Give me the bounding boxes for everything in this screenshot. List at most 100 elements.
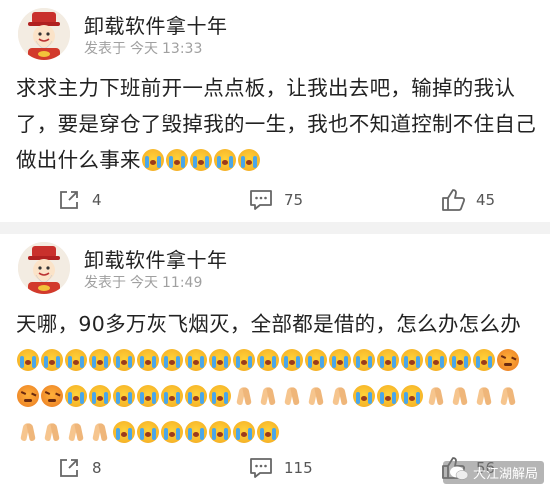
folded-hands-emoji-icon: [41, 421, 63, 443]
loudly-crying-emoji-icon: [89, 349, 111, 371]
loudly-crying-emoji-icon: [257, 421, 279, 443]
loudly-crying-emoji-icon: [161, 421, 183, 443]
folded-hands-emoji-icon: [449, 385, 471, 407]
watermark-text: 大江湖解局: [472, 467, 538, 482]
share-count: 4: [92, 191, 102, 209]
thumbs-up-icon: [442, 189, 466, 211]
loudly-crying-emoji-icon: [209, 421, 231, 443]
folded-hands-emoji-icon: [329, 385, 351, 407]
loudly-crying-emoji-icon: [473, 349, 495, 371]
post-content: 求求主力下班前开一点点板，让我出去吧，输掉的我认了，要是穿仓了毁掉我的一生，我也…: [16, 70, 540, 178]
user-avatar[interactable]: [18, 8, 70, 60]
action-bar: 4 75 45: [0, 180, 550, 220]
folded-hands-emoji-icon: [233, 385, 255, 407]
share-button[interactable]: 4: [56, 186, 102, 214]
folded-hands-emoji-icon: [17, 421, 39, 443]
comment-count: 75: [284, 191, 304, 209]
loudly-crying-emoji-icon: [233, 421, 255, 443]
post-card: 卸载软件拿十年 发表于 今天 13:33 求求主力下班前开一点点板，让我出去吧，输掉…: [0, 0, 550, 222]
post-content: 天哪，90多万灰飞烟灭，全部都是借的，怎么办怎么办: [16, 306, 540, 450]
loudly-crying-emoji-icon: [137, 349, 159, 371]
loudly-crying-emoji-icon: [257, 349, 279, 371]
post-time-clock: 13:33: [162, 41, 203, 57]
folded-hands-emoji-icon: [65, 421, 87, 443]
angry-emoji-icon: [17, 385, 39, 407]
comment-icon: [250, 458, 272, 478]
share-icon: [60, 459, 78, 477]
user-name[interactable]: 卸载软件拿十年: [84, 244, 228, 273]
wechat-icon: [449, 466, 469, 480]
loudly-crying-emoji-icon: [449, 349, 471, 371]
post-separator: [0, 222, 550, 234]
loudly-crying-emoji-icon: [137, 385, 159, 407]
loudly-crying-emoji-icon: [65, 349, 87, 371]
loudly-crying-emoji-icon: [305, 349, 327, 371]
post-time: 发表于 今天 11:49: [84, 272, 206, 292]
post-time-date: 今天: [130, 41, 158, 57]
fortune-god-avatar-icon: [18, 242, 70, 294]
user-name[interactable]: 卸载软件拿十年: [84, 10, 228, 39]
post-time: 发表于 今天 13:33: [84, 38, 206, 58]
loudly-crying-emoji-icon: [377, 385, 399, 407]
user-avatar[interactable]: [18, 242, 70, 294]
loudly-crying-emoji-icon: [185, 421, 207, 443]
loudly-crying-emoji-icon: [161, 385, 183, 407]
loudly-crying-emoji-icon: [401, 349, 423, 371]
loudly-crying-emoji-icon: [65, 385, 87, 407]
loudly-crying-emoji-icon: [113, 385, 135, 407]
comment-count: 115: [284, 459, 313, 477]
folded-hands-emoji-icon: [473, 385, 495, 407]
post-time-date: 今天: [130, 275, 158, 291]
comment-button[interactable]: 75: [248, 186, 303, 214]
post-time-prefix: 发表于: [84, 275, 126, 291]
loudly-crying-emoji-icon: [137, 421, 159, 443]
loudly-crying-emoji-icon: [165, 149, 188, 171]
folded-hands-emoji-icon: [281, 385, 303, 407]
share-icon: [60, 191, 78, 209]
loudly-crying-emoji-icon: [141, 149, 164, 171]
loudly-crying-emoji-icon: [353, 385, 375, 407]
post-text: 求求主力下班前开一点点板，让我出去吧，输掉的我认了，要是穿仓了毁掉我的一生，我也…: [16, 76, 536, 172]
loudly-crying-emoji-icon: [281, 349, 303, 371]
loudly-crying-emoji-icon: [377, 349, 399, 371]
post-time-prefix: 发表于: [84, 41, 126, 57]
watermark: 大江湖解局: [442, 461, 544, 484]
loudly-crying-emoji-icon: [113, 421, 135, 443]
loudly-crying-emoji-icon: [185, 349, 207, 371]
folded-hands-emoji-icon: [257, 385, 279, 407]
share-count: 8: [92, 459, 102, 477]
comment-button[interactable]: 115: [248, 454, 313, 482]
loudly-crying-emoji-icon: [209, 385, 231, 407]
loudly-crying-emoji-icon: [425, 349, 447, 371]
loudly-crying-emoji-icon: [189, 149, 212, 171]
loudly-crying-emoji-icon: [89, 385, 111, 407]
folded-hands-emoji-icon: [305, 385, 327, 407]
loudly-crying-emoji-icon: [233, 349, 255, 371]
angry-emoji-icon: [497, 349, 519, 371]
folded-hands-emoji-icon: [425, 385, 447, 407]
loudly-crying-emoji-icon: [213, 149, 236, 171]
emoji-row: [16, 348, 520, 444]
loudly-crying-emoji-icon: [209, 349, 231, 371]
fortune-god-avatar-icon: [18, 8, 70, 60]
share-button[interactable]: 8: [56, 454, 102, 482]
loudly-crying-emoji-icon: [113, 349, 135, 371]
angry-emoji-icon: [41, 385, 63, 407]
like-button[interactable]: 45: [440, 186, 495, 214]
folded-hands-emoji-icon: [89, 421, 111, 443]
loudly-crying-emoji-icon: [237, 149, 260, 171]
emoji-row: [141, 148, 261, 172]
like-count: 45: [476, 191, 496, 209]
post-text: 天哪，90多万灰飞烟灭，全部都是借的，怎么办怎么办: [16, 312, 522, 336]
loudly-crying-emoji-icon: [41, 349, 63, 371]
loudly-crying-emoji-icon: [329, 349, 351, 371]
loudly-crying-emoji-icon: [401, 385, 423, 407]
folded-hands-emoji-icon: [497, 385, 519, 407]
loudly-crying-emoji-icon: [185, 385, 207, 407]
loudly-crying-emoji-icon: [161, 349, 183, 371]
post-card: 卸载软件拿十年 发表于 今天 11:49 天哪，90多万灰飞烟灭，全部都是借的，怎么…: [0, 234, 550, 498]
post-time-clock: 11:49: [162, 275, 203, 291]
comment-icon: [250, 190, 272, 210]
loudly-crying-emoji-icon: [17, 349, 39, 371]
loudly-crying-emoji-icon: [353, 349, 375, 371]
